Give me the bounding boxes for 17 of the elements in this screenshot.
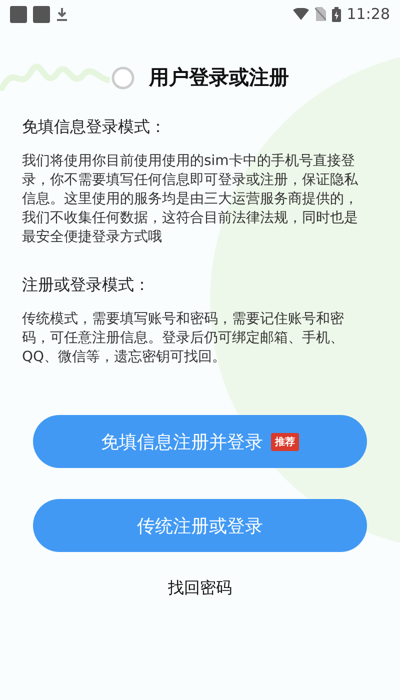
- recover-password-link[interactable]: 找回密码: [168, 578, 232, 599]
- section-heading: 免填信息登录模式：: [22, 117, 167, 138]
- section-heading: 注册或登录模式：: [22, 275, 151, 296]
- wifi-icon: [292, 8, 309, 20]
- no-sim-icon: [314, 7, 326, 21]
- notification-icon: [10, 6, 27, 22]
- loading-spinner-icon: [111, 66, 135, 90]
- status-time: 11:28: [346, 5, 390, 23]
- download-icon: [56, 7, 68, 21]
- page-title: 用户登录或注册: [149, 64, 289, 91]
- recommend-badge: 推荐: [271, 432, 299, 450]
- login-button[interactable]: 传统注册或登录: [33, 499, 367, 552]
- section-description: 我们将使用你目前使用使用的sim卡中的手机号直接登录，你不需要填写任何信息即可登录或注册，保证隐私信息。这里使用的服务均是由三大运营服务商提供的，我们不收集任何数据，这符合目前法律法规，同时也是最安全便捷登录方式哦: [22, 152, 359, 247]
- battery-icon: [332, 6, 341, 22]
- notification-icon: [33, 6, 50, 22]
- section-description: 传统模式，需要填写账号和密码，需要记住账号和密码，可任意注册信息。登录后仍可绑定邮箱、手机、QQ、微信等，遗忘密钥可找回。: [22, 310, 345, 367]
- login-button[interactable]: 免填信息注册并登录 推荐: [33, 415, 367, 468]
